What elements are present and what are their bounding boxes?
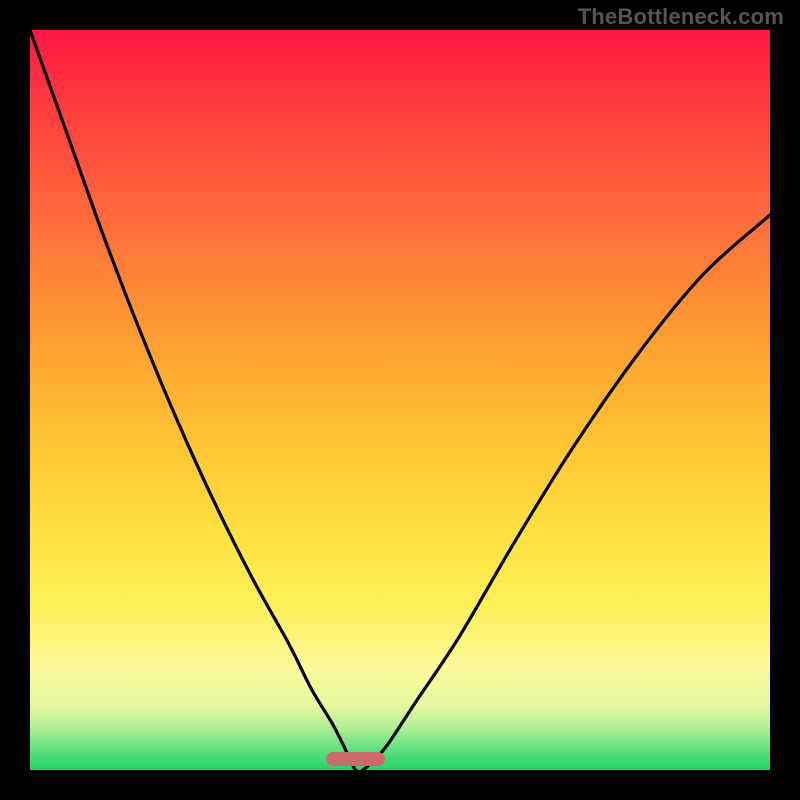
bottleneck-curve [30,30,770,770]
optimal-marker [326,752,385,767]
plot-area [30,30,770,770]
outer-frame: TheBottleneck.com [0,0,800,800]
watermark-text: TheBottleneck.com [578,4,784,30]
